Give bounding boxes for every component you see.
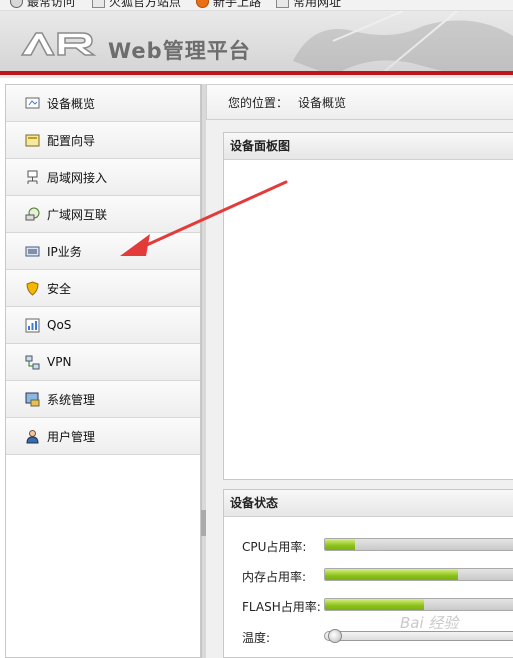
device-panel: 设备面板图 [223,132,513,480]
bookmark-common-sites[interactable]: 常用网址 [276,0,341,10]
sidebar-item-label: QoS [47,318,72,332]
qos-icon [24,317,40,333]
device-status-title: 设备状态 [224,490,513,517]
memory-usage-bar [324,568,513,581]
app-header: Web管理平台 [0,11,513,71]
bookmark-label: 常用网址 [293,0,342,9]
user-management-icon [24,428,40,444]
sidebar-item-wan-interconnect[interactable]: 广域网互联 [6,196,200,233]
sidebar-nav: 设备概览 配置向导 局域网接入 广域网互联 IP业务 安全 QoS VPN 系统… [5,84,201,658]
temperature-label: 温度: [242,631,271,645]
sidebar-item-label: 用户管理 [47,429,96,444]
memory-usage-fill [325,569,458,580]
bookmarks-bar: 最常访问 火狐官方站点 新手上路 常用网址 [0,0,513,11]
watermark: Bai 经验 [400,614,459,632]
sidebar-item-label: 系统管理 [47,392,96,407]
vpn-icon [24,354,40,370]
sidebar-item-device-overview[interactable]: 设备概览 [6,85,200,122]
device-overview-icon [24,95,40,111]
memory-usage-label: 内存占用率: [242,570,307,584]
bookmark-label: 最常访问 [27,0,76,9]
flash-usage-bar [324,598,513,611]
bookmark-getting-started[interactable]: 新手上路 [196,0,261,10]
sidebar-item-lan-access[interactable]: 局域网接入 [6,159,200,196]
sidebar-item-config-wizard[interactable]: 配置向导 [6,122,200,159]
sidebar-item-label: 设备概览 [47,96,96,111]
world-map-decoration [293,11,513,71]
breadcrumb: 您的位置： 设备概览 [206,84,513,120]
temperature-gauge-knob [328,629,342,643]
page-icon [276,0,289,8]
system-management-icon [24,391,40,407]
page-icon [92,0,105,8]
sidebar-item-qos[interactable]: QoS [6,307,200,344]
wan-icon [24,206,40,222]
bookmark-label: 新手上路 [213,0,262,9]
sidebar-item-label: 配置向导 [47,133,96,148]
sidebar-item-label: VPN [47,355,72,369]
bookmark-firefox-official[interactable]: 火狐官方站点 [92,0,181,10]
sidebar-item-label: IP业务 [47,244,82,259]
ar-logo [20,32,97,56]
sidebar-item-label: 广域网互联 [47,207,108,222]
ip-service-icon [24,243,40,259]
sidebar-item-label: 安全 [47,281,72,296]
app-title: Web管理平台 [108,39,251,63]
device-panel-title: 设备面板图 [224,133,513,160]
cpu-usage-bar [324,538,513,551]
device-status-panel: 设备状态 CPU占用率: 内存占用率: FLASH占用率: 温度: [223,489,513,658]
gear-icon [10,0,23,8]
sidebar-item-user-management[interactable]: 用户管理 [6,418,200,455]
shield-icon [24,280,40,296]
sidebar-item-ip-service[interactable]: IP业务 [6,233,200,270]
header-divider [0,75,513,78]
wizard-icon [24,132,40,148]
flash-usage-label: FLASH占用率: [242,600,321,614]
lan-icon [24,169,40,185]
sidebar-item-security[interactable]: 安全 [6,270,200,307]
sidebar-item-label: 局域网接入 [47,170,108,185]
cpu-usage-fill [325,539,355,550]
firefox-icon [196,0,209,8]
sidebar-item-vpn[interactable]: VPN [6,344,200,381]
cpu-usage-label: CPU占用率: [242,540,307,554]
bookmark-most-visited[interactable]: 最常访问 [10,0,75,10]
bookmark-label: 火狐官方站点 [109,0,182,9]
flash-usage-fill [325,599,424,610]
sidebar-item-system-management[interactable]: 系统管理 [6,381,200,418]
breadcrumb-current: 设备概览 [298,95,347,110]
breadcrumb-prefix: 您的位置： [228,95,289,110]
